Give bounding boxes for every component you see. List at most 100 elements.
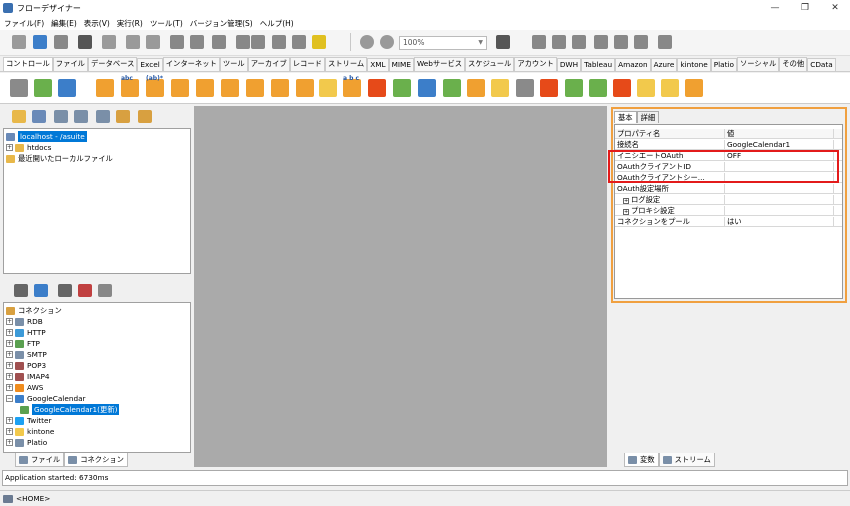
tree-node-googlecalendar1[interactable]: GoogleCalendar1(更新): [20, 404, 120, 415]
tree-node-twitter[interactable]: + Twitter: [6, 415, 51, 426]
globe-icon[interactable]: [565, 79, 583, 97]
flash-icon[interactable]: [312, 35, 326, 49]
undo-icon[interactable]: [126, 35, 140, 49]
tab-detail[interactable]: 詳細: [636, 111, 660, 123]
menu-version-control[interactable]: バージョン管理(S): [190, 18, 253, 29]
join-icon[interactable]: [443, 79, 461, 97]
tab-mime[interactable]: MIME: [388, 58, 414, 71]
record-icon[interactable]: [360, 35, 374, 49]
property-group-row[interactable]: + ログ設定: [615, 195, 842, 205]
keyboard-icon[interactable]: [102, 35, 116, 49]
calculate-icon[interactable]: [589, 79, 607, 97]
tag-icon[interactable]: [138, 110, 152, 123]
expand-icon[interactable]: +: [6, 439, 13, 446]
paste-icon[interactable]: [212, 35, 226, 49]
menu-file[interactable]: ファイル(F): [4, 18, 44, 29]
tree-node-connections[interactable]: コネクション: [6, 305, 62, 316]
project-tree[interactable]: localhost - /asuite + htdocs 最近開いたローカルファ…: [3, 128, 191, 274]
flow-canvas[interactable]: [194, 106, 607, 467]
save-icon[interactable]: [33, 35, 47, 49]
expand-icon[interactable]: +: [623, 198, 629, 204]
expand-icon[interactable]: +: [6, 373, 13, 380]
tree-node-root[interactable]: localhost - /asuite: [6, 131, 87, 142]
cut-icon[interactable]: [170, 35, 184, 49]
tab-basic[interactable]: 基本: [614, 111, 637, 123]
menu-help[interactable]: ヘルプ(H): [260, 18, 294, 29]
delete-icon[interactable]: [236, 35, 250, 49]
tab-azure[interactable]: Azure: [650, 58, 678, 71]
menu-view[interactable]: 表示(V): [84, 18, 110, 29]
expand-icon[interactable]: +: [6, 428, 13, 435]
tab-file[interactable]: ファイル: [52, 57, 88, 71]
tab-other[interactable]: その他: [779, 57, 808, 71]
properties-icon[interactable]: [74, 110, 88, 123]
find-icon[interactable]: [78, 35, 92, 49]
tree-node-aws[interactable]: + AWS: [6, 382, 43, 393]
copy-icon[interactable]: [190, 35, 204, 49]
regex-branch-icon[interactable]: (ab)*: [146, 75, 164, 97]
print-icon[interactable]: [540, 79, 558, 97]
align-middle-icon[interactable]: [614, 35, 628, 49]
loop-icon[interactable]: [196, 79, 214, 97]
tab-platio[interactable]: Platio: [710, 58, 737, 71]
sort-icon[interactable]: [685, 79, 703, 97]
maximize-button[interactable]: ❐: [790, 3, 820, 13]
tab-variables[interactable]: 変数: [624, 453, 659, 467]
tree-node-recent[interactable]: 最近開いたローカルファイル: [6, 153, 113, 164]
tree-node-pop3[interactable]: + POP3: [6, 360, 46, 371]
expand-icon[interactable]: +: [6, 362, 13, 369]
property-group-row[interactable]: + プロキシ設定: [615, 206, 842, 216]
expand-icon[interactable]: +: [623, 209, 629, 215]
tab-streams[interactable]: ストリーム: [658, 453, 715, 467]
align-center-icon[interactable]: [552, 35, 566, 49]
align-left-icon[interactable]: [532, 35, 546, 49]
same-size-icon[interactable]: [658, 35, 672, 49]
tab-tableau[interactable]: Tableau: [581, 58, 616, 71]
tab-connections[interactable]: コネクション: [64, 453, 128, 467]
tab-cdata[interactable]: CData: [807, 58, 836, 71]
align-right-icon[interactable]: [572, 35, 586, 49]
tab-record[interactable]: レコード: [289, 57, 325, 71]
count-loop-icon[interactable]: [221, 79, 239, 97]
explorer-icon[interactable]: [32, 110, 46, 123]
align-bottom-icon[interactable]: [634, 35, 648, 49]
property-row[interactable]: 接続名 GoogleCalendar1: [615, 140, 842, 150]
property-row[interactable]: OAuth設定場所: [615, 184, 842, 194]
expand-icon[interactable]: +: [6, 340, 13, 347]
refresh-icon[interactable]: [98, 284, 112, 297]
merge-icon[interactable]: [271, 79, 289, 97]
tab-tools[interactable]: ツール: [219, 57, 248, 71]
branch-icon[interactable]: [96, 79, 114, 97]
close-button[interactable]: ✕: [820, 3, 850, 13]
table-icon[interactable]: [319, 79, 337, 97]
tree-node-ftp[interactable]: + FTP: [6, 338, 40, 349]
tree-node-smtp[interactable]: + SMTP: [6, 349, 47, 360]
tab-xml[interactable]: XML: [367, 58, 389, 71]
data-loop-icon[interactable]: [246, 79, 264, 97]
condition-branch-icon[interactable]: [171, 79, 189, 97]
fit-screen-icon[interactable]: [496, 35, 510, 49]
redo-icon[interactable]: [146, 35, 160, 49]
stop-component-icon[interactable]: [58, 79, 76, 97]
new-window-icon[interactable]: [54, 110, 68, 123]
tab-control[interactable]: コントロール: [3, 57, 53, 71]
minimize-button[interactable]: —: [760, 3, 790, 13]
property-row[interactable]: コネクションをプール はい: [615, 217, 842, 227]
tree-node-platio[interactable]: + Platio: [6, 437, 47, 448]
connect-icon[interactable]: [58, 284, 72, 297]
collapse-icon[interactable]: −: [6, 395, 13, 402]
expand-icon[interactable]: +: [6, 144, 13, 151]
subflow-icon[interactable]: [418, 79, 436, 97]
tab-dwh[interactable]: DWH: [556, 58, 582, 71]
tab-amazon[interactable]: Amazon: [615, 58, 651, 71]
tree-node-http[interactable]: + HTTP: [6, 327, 46, 338]
save-all-icon[interactable]: [54, 35, 68, 49]
clipboard-icon[interactable]: [12, 35, 26, 49]
zoom-select[interactable]: 100% ▼: [399, 36, 487, 50]
tab-internet[interactable]: インターネット: [162, 57, 220, 71]
expand-icon[interactable]: +: [6, 351, 13, 358]
binoculars-icon[interactable]: [14, 284, 28, 297]
menu-run[interactable]: 実行(R): [117, 18, 143, 29]
debug-icon[interactable]: [251, 35, 265, 49]
repeat-icon[interactable]: [296, 79, 314, 97]
